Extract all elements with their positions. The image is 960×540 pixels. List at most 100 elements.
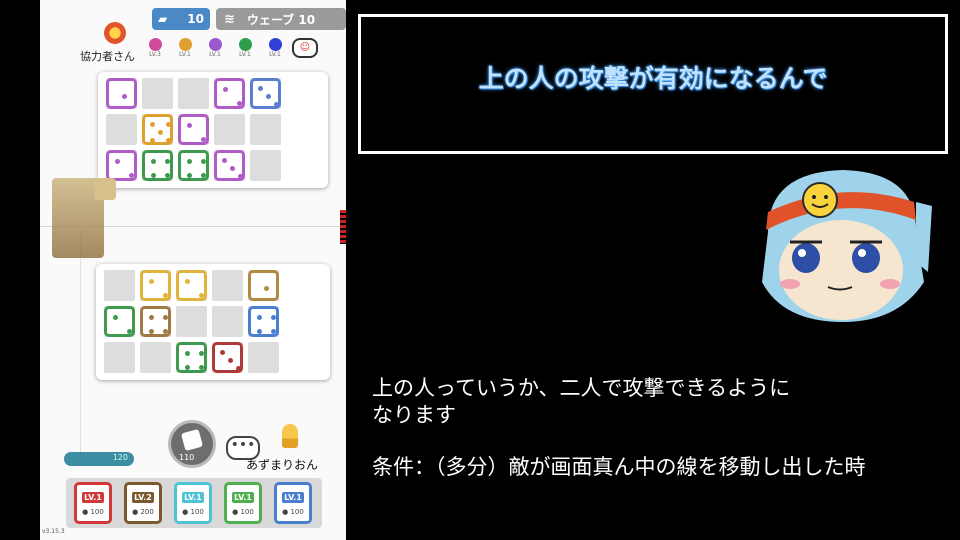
wave-icon: ≋ <box>224 11 235 27</box>
die-pip <box>201 159 206 164</box>
narration-text: 上の人っていうか、二人で攻撃できるように なります <box>372 375 852 429</box>
player-board-cell[interactable] <box>140 342 171 373</box>
partner-board-cell[interactable] <box>106 114 137 145</box>
sp-value: 10 <box>187 12 204 26</box>
die-pip <box>187 123 192 128</box>
die-pip <box>201 137 206 142</box>
die-pip <box>237 101 242 106</box>
upgrade-cost: ● 200 <box>132 508 154 516</box>
game-screen: ▰ 10 ≋ ウェーブ 10 協力者さん LV.3 LV.1 LV.1 LV.1 LV.… <box>40 0 346 540</box>
deck-die-level: LV.1 <box>269 51 281 58</box>
die-pip <box>127 329 132 334</box>
partner-board-cell[interactable] <box>250 150 281 181</box>
die-pip <box>257 315 262 320</box>
upgrade-level: LV.2 <box>132 492 154 503</box>
player-board-die[interactable] <box>176 342 207 373</box>
upgrade-cost: ● 100 <box>232 508 254 516</box>
condition-text: 条件：（多分）敵が画面真ん中の線を移動し出した時 <box>372 455 866 479</box>
upgrade-cost: ● 100 <box>282 508 304 516</box>
partner-board-cell[interactable] <box>214 114 245 145</box>
die-pip <box>220 350 225 355</box>
die-pip <box>150 122 155 127</box>
die-pip <box>257 329 262 334</box>
player-board-die[interactable] <box>248 270 279 301</box>
sp-progress-bar: 120 <box>64 452 134 466</box>
die-pip <box>151 173 156 178</box>
enemy-path-vertical <box>80 230 81 460</box>
upgrade-button[interactable]: LV.1 ● 100 <box>174 482 212 524</box>
partner-board <box>98 72 328 188</box>
deck-die-icon <box>208 38 222 51</box>
die-pip <box>129 173 134 178</box>
die-pip <box>199 365 204 370</box>
partner-board-die[interactable] <box>214 78 245 109</box>
player-board-die[interactable] <box>212 342 243 373</box>
die-pip <box>122 94 127 99</box>
player-board-cell[interactable] <box>212 306 243 337</box>
wave-indicator: ≋ ウェーブ 10 <box>216 8 346 30</box>
narration-line-1: 上の人っていうか、二人で攻撃できるように <box>372 376 791 400</box>
die-pip <box>199 293 204 298</box>
partner-deck-die: LV.3 <box>144 38 166 58</box>
player-board-cell[interactable] <box>248 342 279 373</box>
wave-label: ウェーブ 10 <box>246 12 316 27</box>
upgrade-button[interactable]: LV.1 ● 100 <box>224 482 262 524</box>
emote-button[interactable]: ☺ <box>292 38 318 58</box>
narration-line-2: なります <box>372 403 456 427</box>
die-pip <box>149 329 154 334</box>
die-pip <box>230 166 235 171</box>
partner-board-cell[interactable] <box>178 78 209 109</box>
die-pip <box>185 351 190 356</box>
upgrade-button[interactable]: LV.1 ● 100 <box>274 482 312 524</box>
player-board-die[interactable] <box>140 306 171 337</box>
partner-board-die[interactable] <box>178 114 209 145</box>
dice-icon <box>180 428 204 452</box>
die-pip <box>163 293 168 298</box>
die-pip <box>201 173 206 178</box>
player-board-cell[interactable] <box>104 342 135 373</box>
die-pip <box>151 159 156 164</box>
player-board-cell[interactable] <box>176 306 207 337</box>
player-board <box>96 264 330 380</box>
partner-board-die[interactable] <box>106 150 137 181</box>
player-board-die[interactable] <box>248 306 279 337</box>
partner-board-die[interactable] <box>142 114 173 145</box>
partner-board-cell[interactable] <box>142 78 173 109</box>
upgrade-button[interactable]: LV.1 ● 100 <box>74 482 112 524</box>
die-pip <box>158 130 163 135</box>
partner-board-die[interactable] <box>142 150 173 181</box>
die-pip <box>258 86 263 91</box>
die-pip <box>163 329 168 334</box>
upgrade-cost: ● 100 <box>82 508 104 516</box>
die-pip <box>223 87 228 92</box>
player-board-cell[interactable] <box>212 270 243 301</box>
partner-board-cell[interactable] <box>250 114 281 145</box>
die-pip <box>149 315 154 320</box>
upgrade-level: LV.1 <box>282 492 304 503</box>
upgrade-bar: LV.1 ● 100 LV.2 ● 200 LV.1 ● 100 LV.1 ● 100 LV.1… <box>66 478 322 528</box>
partner-deck-die: LV.1 <box>174 38 196 58</box>
player-board-die[interactable] <box>140 270 171 301</box>
roll-cost: 110 <box>179 453 195 462</box>
player-board-die[interactable] <box>104 306 135 337</box>
upgrade-button[interactable]: LV.2 ● 200 <box>124 482 162 524</box>
player-board-die[interactable] <box>176 270 207 301</box>
die-pip <box>264 286 269 291</box>
partner-name: あずまりおん <box>246 458 319 472</box>
upgrade-cost: ● 100 <box>182 508 204 516</box>
partner-board-die[interactable] <box>250 78 281 109</box>
roll-dice-button[interactable]: 110 <box>168 420 216 468</box>
cooperator-label: 協力者さん <box>80 50 135 63</box>
die-pip <box>187 159 192 164</box>
die-pip <box>222 158 227 163</box>
sp-counter: ▰ 10 <box>152 8 210 30</box>
die-pip <box>149 279 154 284</box>
partner-board-die[interactable] <box>178 150 209 181</box>
partner-deck-die: LV.1 <box>204 38 226 58</box>
partner-board-die[interactable] <box>106 78 137 109</box>
die-pip <box>163 315 168 320</box>
yukkuri-character-avatar <box>762 170 932 322</box>
player-board-cell[interactable] <box>104 270 135 301</box>
partner-board-die[interactable] <box>214 150 245 181</box>
subtitle-box: 上の人の攻撃が有効になるんで <box>358 14 948 154</box>
